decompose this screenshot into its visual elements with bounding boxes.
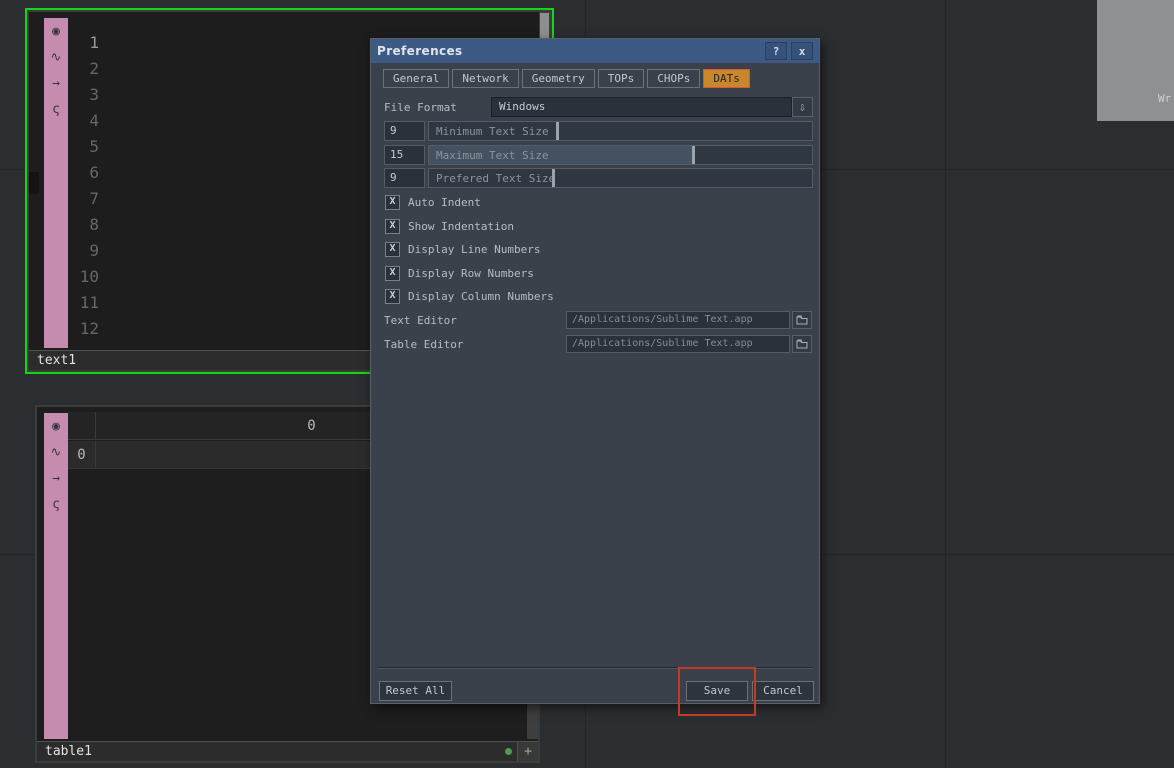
dialog-titlebar[interactable]: Preferences ? x (371, 39, 819, 63)
checkbox-label: Display Row Numbers (408, 266, 534, 280)
tab-dats[interactable]: DATs (703, 69, 750, 88)
script-icon[interactable]: ς (44, 491, 68, 517)
line-number: 4 (89, 111, 99, 130)
script-icon[interactable]: ς (44, 96, 68, 122)
line-number-gutter: 1 2 3 4 5 6 7 8 9 10 11 12 (75, 30, 99, 342)
text-editor-path-field[interactable]: /Applications/Sublime Text.app (566, 311, 790, 329)
checkbox-label: Display Column Numbers (408, 289, 554, 303)
status-dot (505, 748, 512, 755)
auto-indent-checkbox[interactable]: X Auto Indent (385, 194, 481, 210)
table-node-footer: table1 + (37, 741, 538, 761)
save-highlight-annotation (678, 667, 756, 716)
table-row-header[interactable]: 0 (68, 441, 96, 468)
node-toolbar: ◉ ∿ → ς (44, 413, 68, 739)
line-number: 7 (89, 189, 99, 208)
arrow-icon[interactable]: → (44, 465, 68, 491)
line-number: 2 (89, 59, 99, 78)
show-indentation-checkbox[interactable]: X Show Indentation (385, 218, 514, 234)
folder-icon[interactable] (792, 311, 812, 329)
table-corner-cell[interactable] (68, 412, 96, 439)
network-editor-background: ◉ ∿ → ς 1 2 3 4 5 6 7 8 9 10 11 12 text1… (0, 0, 1174, 768)
checkbox-mark[interactable]: X (385, 265, 400, 281)
viewer-icon[interactable]: ◉ (44, 413, 68, 439)
table-editor-label: Table Editor (384, 338, 464, 351)
chevron-down-icon[interactable]: ⇩ (792, 97, 813, 117)
display-line-numbers-checkbox[interactable]: X Display Line Numbers (385, 241, 541, 257)
tab-geometry[interactable]: Geometry (521, 69, 595, 88)
display-column-numbers-checkbox[interactable]: X Display Column Numbers (385, 288, 554, 304)
table-editor-path-field[interactable]: /Applications/Sublime Text.app (566, 335, 790, 353)
reset-all-button[interactable]: Reset All (379, 681, 452, 701)
slider-handle[interactable] (552, 169, 555, 187)
arrow-icon[interactable]: → (44, 70, 68, 96)
display-row-numbers-checkbox[interactable]: X Display Row Numbers (385, 265, 534, 281)
wave-icon[interactable]: ∿ (44, 439, 68, 465)
max-text-size-value[interactable]: 15 (384, 145, 425, 165)
node-name-label[interactable]: table1 (37, 742, 500, 761)
file-format-select[interactable]: Windows (491, 97, 792, 117)
add-button[interactable]: + (517, 742, 538, 761)
corner-panel: Wr (1097, 0, 1174, 121)
status-dot-cell (500, 742, 517, 761)
file-format-label: File Format (384, 101, 457, 114)
line-number: 3 (89, 85, 99, 104)
cancel-button[interactable]: Cancel (752, 681, 814, 701)
text-editor-label: Text Editor (384, 314, 457, 327)
help-button[interactable]: ? (765, 42, 787, 60)
line-number: 11 (79, 293, 99, 312)
line-number: 8 (89, 215, 99, 234)
min-text-size-value[interactable]: 9 (384, 121, 425, 141)
dialog-title: Preferences (377, 44, 463, 58)
line-number: 9 (89, 241, 99, 260)
viewer-icon[interactable]: ◉ (44, 18, 68, 44)
corner-panel-text: Wr (1158, 92, 1172, 105)
max-text-size-slider[interactable]: Maximum Text Size (428, 145, 813, 165)
line-number: 12 (79, 319, 99, 338)
tab-chops[interactable]: CHOPs (647, 69, 701, 88)
checkbox-mark[interactable]: X (385, 288, 400, 304)
line-number: 6 (89, 163, 99, 182)
slider-label: Maximum Text Size (436, 149, 549, 162)
line-number: 1 (89, 33, 99, 52)
slider-label: Prefered Text Size (436, 172, 556, 185)
node-handle[interactable] (29, 172, 39, 194)
line-number: 10 (79, 267, 99, 286)
tab-tops[interactable]: TOPs (597, 69, 645, 88)
close-icon[interactable]: x (791, 42, 813, 60)
preferred-text-size-value[interactable]: 9 (384, 168, 425, 188)
slider-label: Minimum Text Size (436, 125, 549, 138)
checkbox-mark[interactable]: X (385, 241, 400, 257)
line-number: 5 (89, 137, 99, 156)
wave-icon[interactable]: ∿ (44, 44, 68, 70)
preferences-tabs: General Network Geometry TOPs CHOPs DATs (383, 69, 750, 88)
min-text-size-slider[interactable]: Minimum Text Size (428, 121, 813, 141)
checkbox-label: Show Indentation (408, 219, 514, 233)
checkbox-label: Auto Indent (408, 195, 481, 209)
slider-handle[interactable] (556, 122, 559, 140)
checkbox-label: Display Line Numbers (408, 242, 541, 256)
preferred-text-size-slider[interactable]: Prefered Text Size (428, 168, 813, 188)
tab-network[interactable]: Network (452, 69, 519, 88)
checkbox-mark[interactable]: X (385, 218, 400, 234)
folder-icon[interactable] (792, 335, 812, 353)
checkbox-mark[interactable]: X (385, 194, 400, 210)
tab-general[interactable]: General (383, 69, 450, 88)
slider-handle[interactable] (692, 146, 695, 164)
grid-line (945, 0, 946, 768)
preferences-dialog: Preferences ? x General Network Geometry… (370, 38, 820, 704)
node-toolbar: ◉ ∿ → ς (44, 18, 68, 348)
